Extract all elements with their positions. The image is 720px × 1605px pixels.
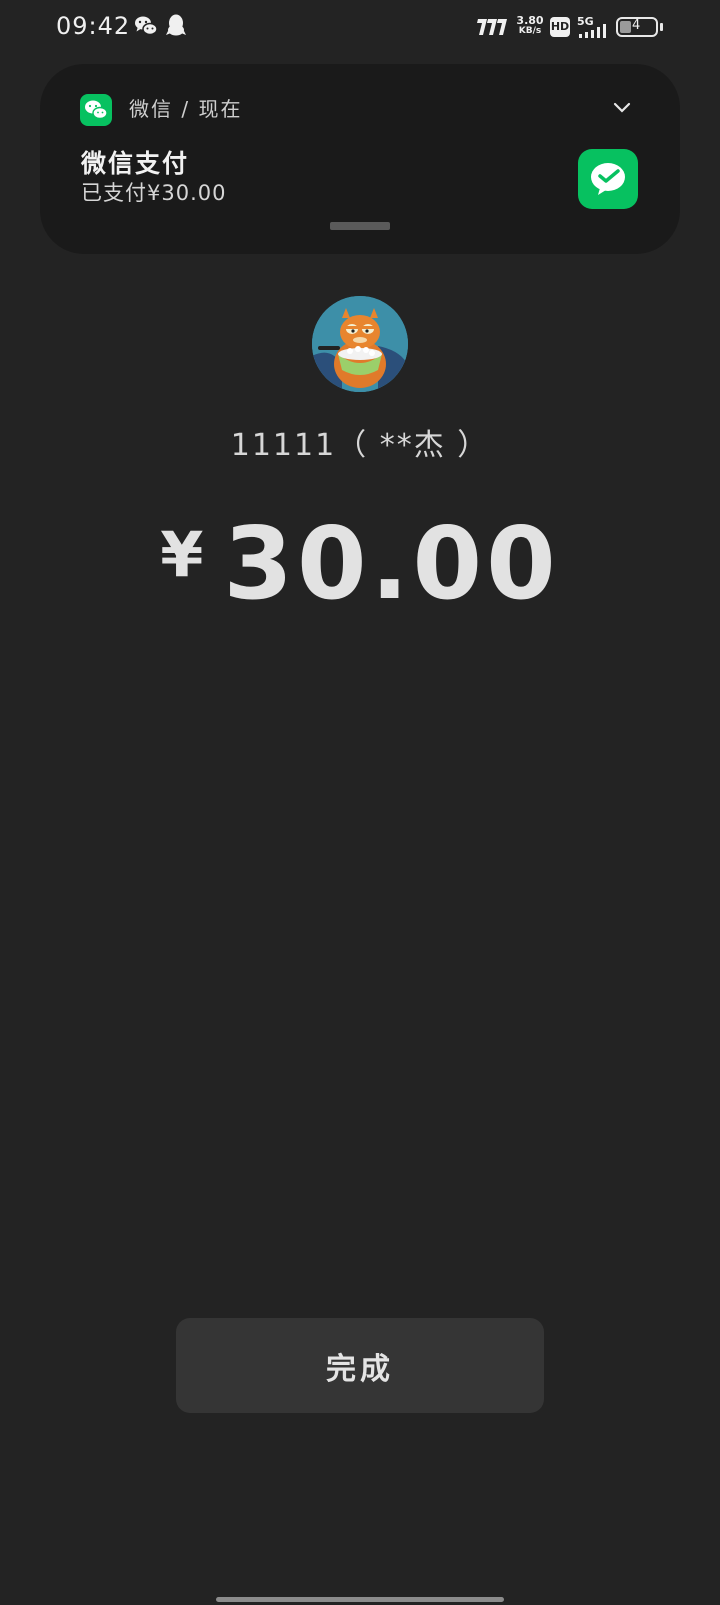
speed-icon: [477, 19, 507, 35]
signal-bars-icon: [579, 24, 606, 38]
notification-body: 已支付¥30.00: [81, 181, 227, 205]
status-bar: 09:42 3.80 KB/s HD 5G 4: [0, 0, 720, 56]
hd-icon: HD: [550, 17, 570, 37]
home-indicator[interactable]: [216, 1597, 504, 1602]
notification-title: 微信支付: [81, 149, 190, 178]
net-speed-value: 3.80: [516, 14, 544, 27]
net-speed: 3.80 KB/s: [515, 15, 545, 37]
chevron-down-icon[interactable]: [612, 98, 632, 118]
net-speed-unit: KB/s: [518, 26, 542, 36]
payee-avatar: [312, 296, 408, 392]
currency-symbol: ¥: [160, 518, 204, 591]
wechat-icon: [135, 16, 158, 36]
payee-name: 11111（ **杰 ）: [230, 428, 490, 463]
amount-value: 30.00: [223, 505, 560, 622]
notification-drag-handle[interactable]: [330, 222, 390, 230]
qq-icon: [166, 14, 186, 36]
battery-icon: 4: [616, 17, 664, 39]
wechat-pay-notification[interactable]: 微信 / 现在 微信支付 已支付¥30.00: [40, 64, 680, 254]
notification-app-line: 微信 / 现在: [129, 97, 243, 121]
5g-signal-icon: 5G: [577, 15, 611, 39]
wechat-pay-icon: [578, 149, 638, 209]
done-button[interactable]: 完成: [176, 1318, 544, 1413]
wechat-app-icon: [80, 94, 112, 126]
battery-level: 4: [632, 18, 641, 33]
payment-amount: ¥30.00: [0, 505, 720, 622]
status-time: 09:42: [56, 12, 131, 40]
